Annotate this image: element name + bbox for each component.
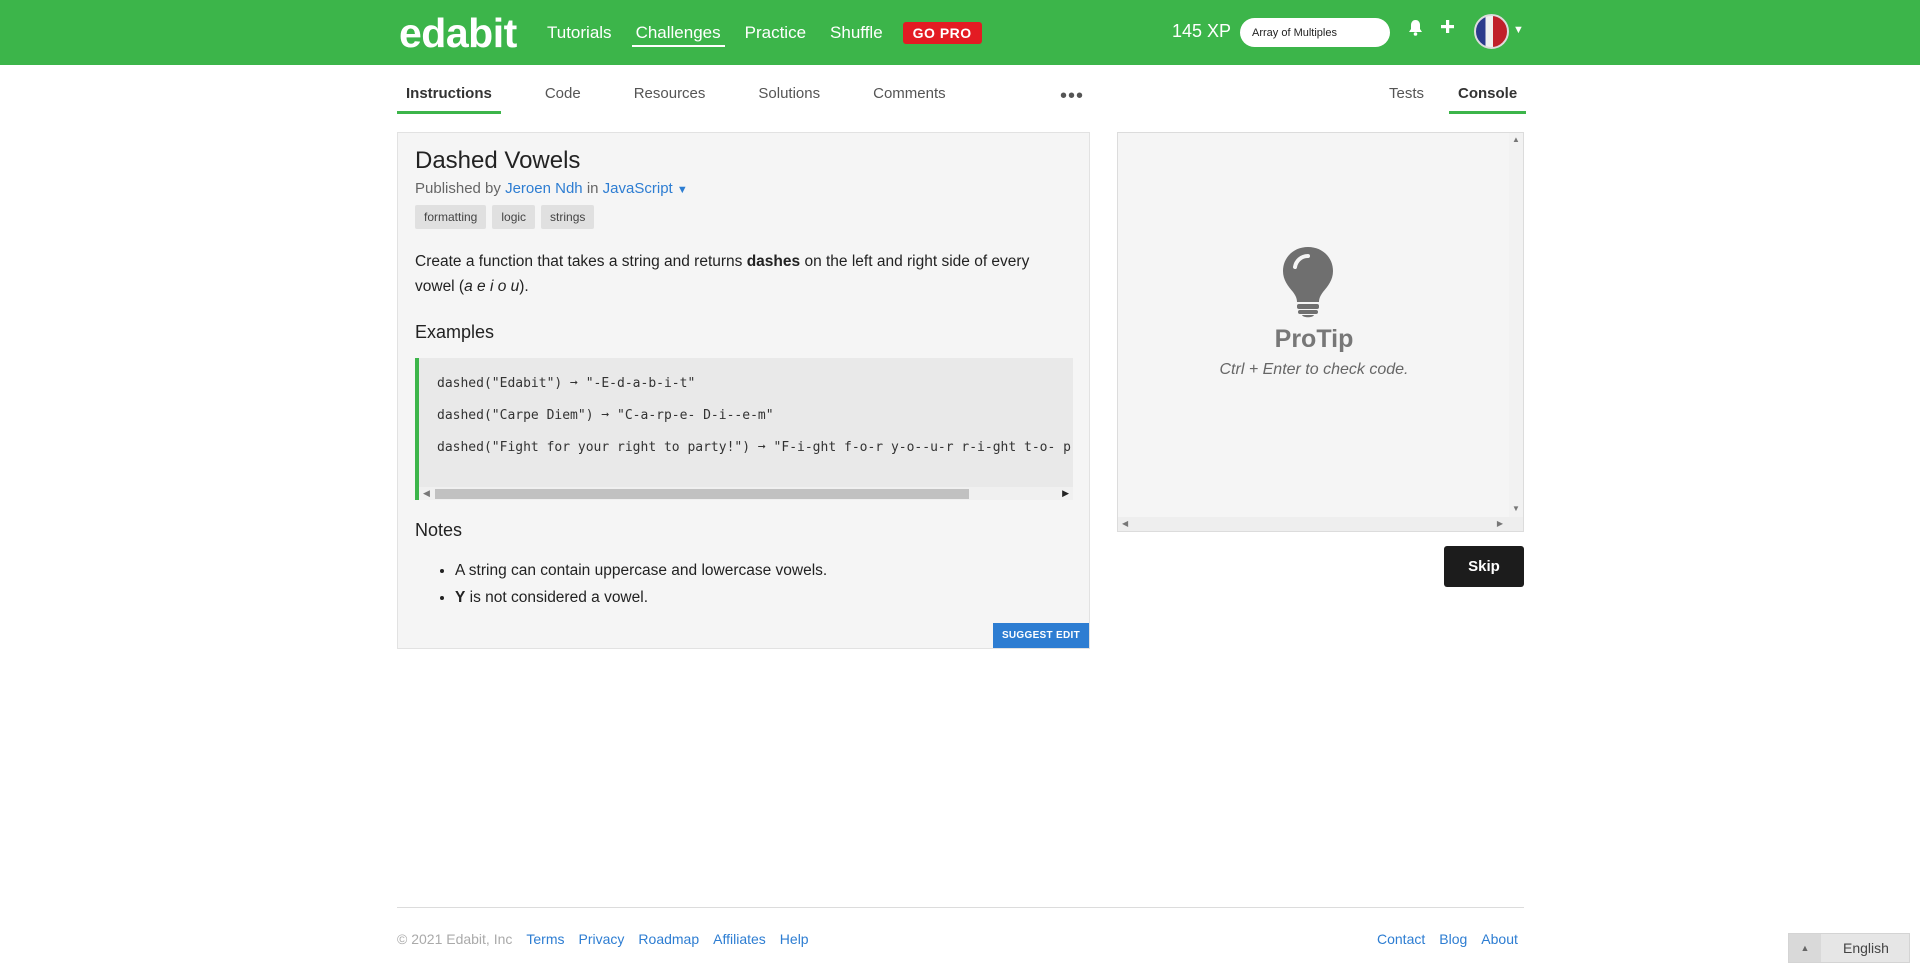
example-line: dashed("Edabit") ➞ "-E-d-a-b-i-t" (437, 376, 696, 391)
tab-comments[interactable]: Comments (864, 80, 955, 111)
xp-counter: 145 XP (1172, 21, 1232, 41)
tab-console[interactable]: Console (1449, 80, 1527, 114)
byline: Published by Jeroen Ndh in JavaScript ▼ (415, 180, 688, 197)
language-selector[interactable]: ▲ English (1788, 933, 1910, 963)
left-tabs: Instructions Code Resources Solutions Co… (397, 80, 990, 114)
scroll-up-icon[interactable]: ▲ (1512, 135, 1520, 144)
console-vertical-scrollbar[interactable]: ▲ ▼ (1509, 133, 1523, 531)
lightbulb-icon (1281, 245, 1335, 324)
right-tabs: Tests Console (1380, 80, 1527, 114)
console-horizontal-scrollbar[interactable]: ◀ ▶ (1118, 517, 1523, 531)
more-options-icon[interactable]: ••• (1060, 85, 1084, 108)
search-input[interactable] (1240, 18, 1390, 47)
footer-left: © 2021 Edabit, Inc Terms Privacy Roadmap… (397, 931, 809, 947)
author-link[interactable]: Jeroen Ndh (505, 180, 583, 197)
examples-heading: Examples (415, 322, 495, 342)
nav-shuffle[interactable]: Shuffle (826, 19, 887, 47)
language-caret-icon[interactable]: ▼ (677, 184, 688, 196)
chevron-down-icon[interactable]: ▼ (1513, 24, 1524, 36)
tab-solutions[interactable]: Solutions (749, 80, 829, 111)
footer-link-help[interactable]: Help (780, 931, 809, 947)
challenge-title: Dashed Vowels (415, 147, 581, 174)
footer-right: Contact Blog About (1377, 931, 1518, 947)
example-line: dashed("Carpe Diem") ➞ "C-a-rp-e- D-i--e… (437, 408, 774, 423)
console-panel: ProTip Ctrl + Enter to check code. ▲ ▼ ◀… (1117, 132, 1524, 532)
list-item: A string can contain uppercase and lower… (455, 562, 827, 580)
nav-challenges[interactable]: Challenges (631, 19, 725, 47)
tab-resources[interactable]: Resources (625, 80, 715, 111)
published-by-label: Published by (415, 180, 501, 197)
scrollbar-thumb[interactable] (435, 489, 969, 499)
scroll-right-icon[interactable]: ▶ (1062, 488, 1069, 499)
plus-icon[interactable] (1440, 19, 1455, 39)
top-navbar: edabit Tutorials Challenges Practice Shu… (0, 0, 1920, 65)
tab-instructions[interactable]: Instructions (397, 80, 501, 114)
protip-hint: Ctrl + Enter to check code. (1219, 361, 1409, 378)
footer-link-contact[interactable]: Contact (1377, 931, 1425, 947)
scroll-left-icon[interactable]: ◀ (423, 488, 430, 499)
notes-list: A string can contain uppercase and lower… (455, 562, 827, 616)
challenge-description: Create a function that takes a string an… (415, 253, 1030, 295)
edabit-logo[interactable]: edabit (399, 10, 517, 57)
instructions-panel: Dashed Vowels Published by Jeroen Ndh in… (397, 132, 1090, 649)
language-label: English (1843, 940, 1889, 956)
example-line: dashed("Fight for your right to party!")… (437, 440, 1073, 455)
tab-tests[interactable]: Tests (1380, 80, 1433, 111)
go-pro-button[interactable]: GO PRO (902, 21, 982, 44)
tag-strings[interactable]: strings (541, 205, 595, 229)
footer-link-about[interactable]: About (1481, 931, 1518, 947)
footer-link-privacy[interactable]: Privacy (579, 931, 625, 947)
nav-practice[interactable]: Practice (741, 19, 810, 47)
tag-list: formatting logic strings (415, 205, 595, 229)
tag-logic[interactable]: logic (492, 205, 536, 229)
footer-link-blog[interactable]: Blog (1439, 931, 1467, 947)
avatar[interactable] (1474, 14, 1509, 49)
tab-code[interactable]: Code (536, 80, 590, 111)
scroll-left-icon[interactable]: ◀ (1122, 519, 1128, 528)
footer-link-roadmap[interactable]: Roadmap (638, 931, 699, 947)
language-link[interactable]: JavaScript (603, 180, 673, 197)
footer-link-affiliates[interactable]: Affiliates (713, 931, 766, 947)
footer-link-terms[interactable]: Terms (526, 931, 564, 947)
scroll-down-icon[interactable]: ▼ (1512, 504, 1520, 513)
scroll-right-icon[interactable]: ▶ (1497, 519, 1503, 528)
nav-tutorials[interactable]: Tutorials (543, 19, 616, 47)
examples-code-block: dashed("Edabit") ➞ "-E-d-a-b-i-t" dashed… (415, 358, 1073, 500)
footer-divider (397, 907, 1524, 908)
list-item: Y is not considered a vowel. (455, 589, 827, 607)
skip-button[interactable]: Skip (1444, 546, 1524, 587)
notes-heading: Notes (415, 520, 463, 540)
code-horizontal-scrollbar[interactable]: ◀ ▶ (419, 487, 1073, 500)
bell-icon[interactable] (1408, 19, 1423, 41)
suggest-edit-button[interactable]: SUGGEST EDIT (992, 623, 1089, 648)
in-label: in (586, 180, 599, 197)
main-nav: Tutorials Challenges Practice Shuffle GO… (543, 0, 982, 65)
tag-formatting[interactable]: formatting (415, 205, 487, 229)
chevron-up-icon[interactable]: ▲ (1789, 934, 1821, 962)
protip-title: ProTip (1274, 325, 1354, 353)
copyright: © 2021 Edabit, Inc (397, 931, 513, 947)
